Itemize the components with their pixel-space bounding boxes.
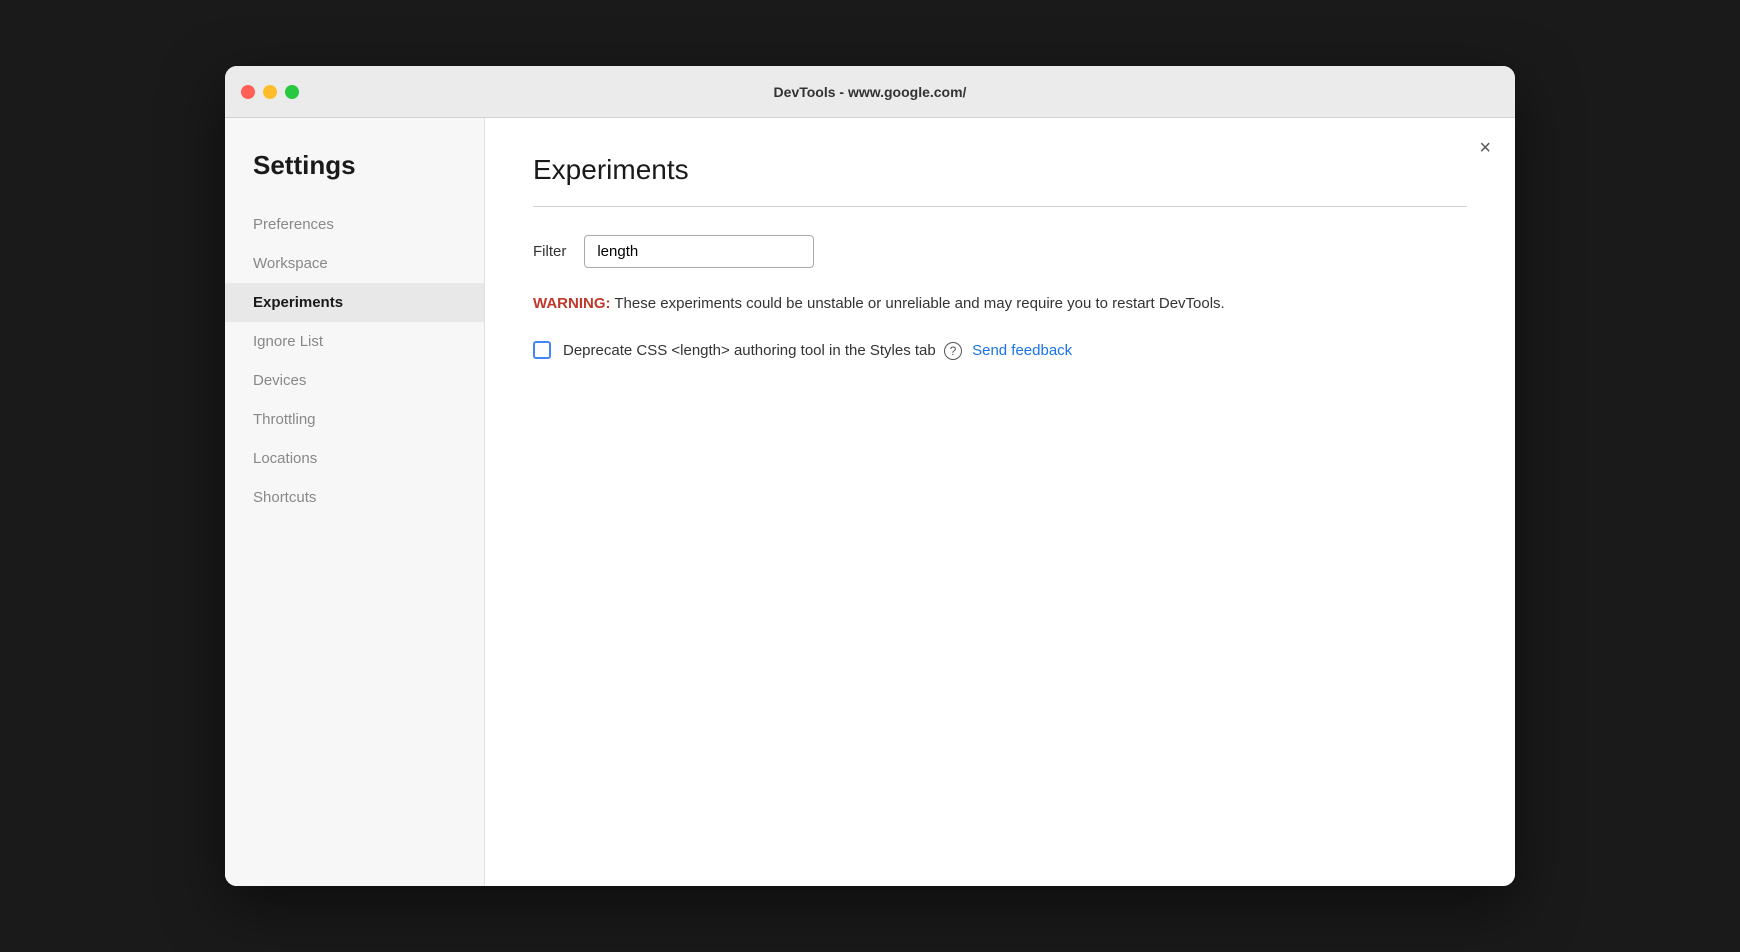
- devtools-window: DevTools - www.google.com/ Settings Pref…: [225, 66, 1515, 886]
- titlebar: DevTools - www.google.com/: [225, 66, 1515, 118]
- experiment-label-text: Deprecate CSS <length> authoring tool in…: [563, 342, 936, 359]
- sidebar-item-preferences[interactable]: Preferences: [225, 205, 484, 244]
- filter-label: Filter: [533, 243, 566, 260]
- minimize-traffic-light[interactable]: [263, 85, 277, 99]
- sidebar-item-devices[interactable]: Devices: [225, 361, 484, 400]
- sidebar-item-ignore-list[interactable]: Ignore List: [225, 322, 484, 361]
- close-traffic-light[interactable]: [241, 85, 255, 99]
- sidebar-title: Settings: [225, 150, 484, 181]
- sidebar-item-throttling[interactable]: Throttling: [225, 400, 484, 439]
- warning-label: WARNING:: [533, 295, 611, 312]
- maximize-traffic-light[interactable]: [285, 85, 299, 99]
- experiment-checkbox-deprecate-css-length[interactable]: [533, 341, 551, 359]
- traffic-lights: [241, 85, 299, 99]
- page-title: Experiments: [533, 154, 1467, 186]
- sidebar-item-locations[interactable]: Locations: [225, 439, 484, 478]
- titlebar-title: DevTools - www.google.com/: [774, 84, 967, 100]
- main-content: × Experiments Filter WARNING: These expe…: [485, 118, 1515, 886]
- sidebar-item-shortcuts[interactable]: Shortcuts: [225, 478, 484, 517]
- section-divider: [533, 206, 1467, 207]
- sidebar: Settings Preferences Workspace Experimen…: [225, 118, 485, 886]
- close-button[interactable]: ×: [1479, 138, 1491, 158]
- filter-row: Filter: [533, 235, 1467, 268]
- window-body: Settings Preferences Workspace Experimen…: [225, 118, 1515, 886]
- send-feedback-link[interactable]: Send feedback: [972, 342, 1072, 359]
- experiment-row: Deprecate CSS <length> authoring tool in…: [533, 340, 1467, 363]
- warning-box: WARNING: These experiments could be unst…: [533, 292, 1467, 316]
- warning-text: These experiments could be unstable or u…: [611, 295, 1225, 312]
- sidebar-item-workspace[interactable]: Workspace: [225, 244, 484, 283]
- filter-input[interactable]: [584, 235, 814, 268]
- experiment-label: Deprecate CSS <length> authoring tool in…: [563, 340, 1072, 363]
- help-icon[interactable]: ?: [944, 342, 962, 360]
- sidebar-item-experiments[interactable]: Experiments: [225, 283, 484, 322]
